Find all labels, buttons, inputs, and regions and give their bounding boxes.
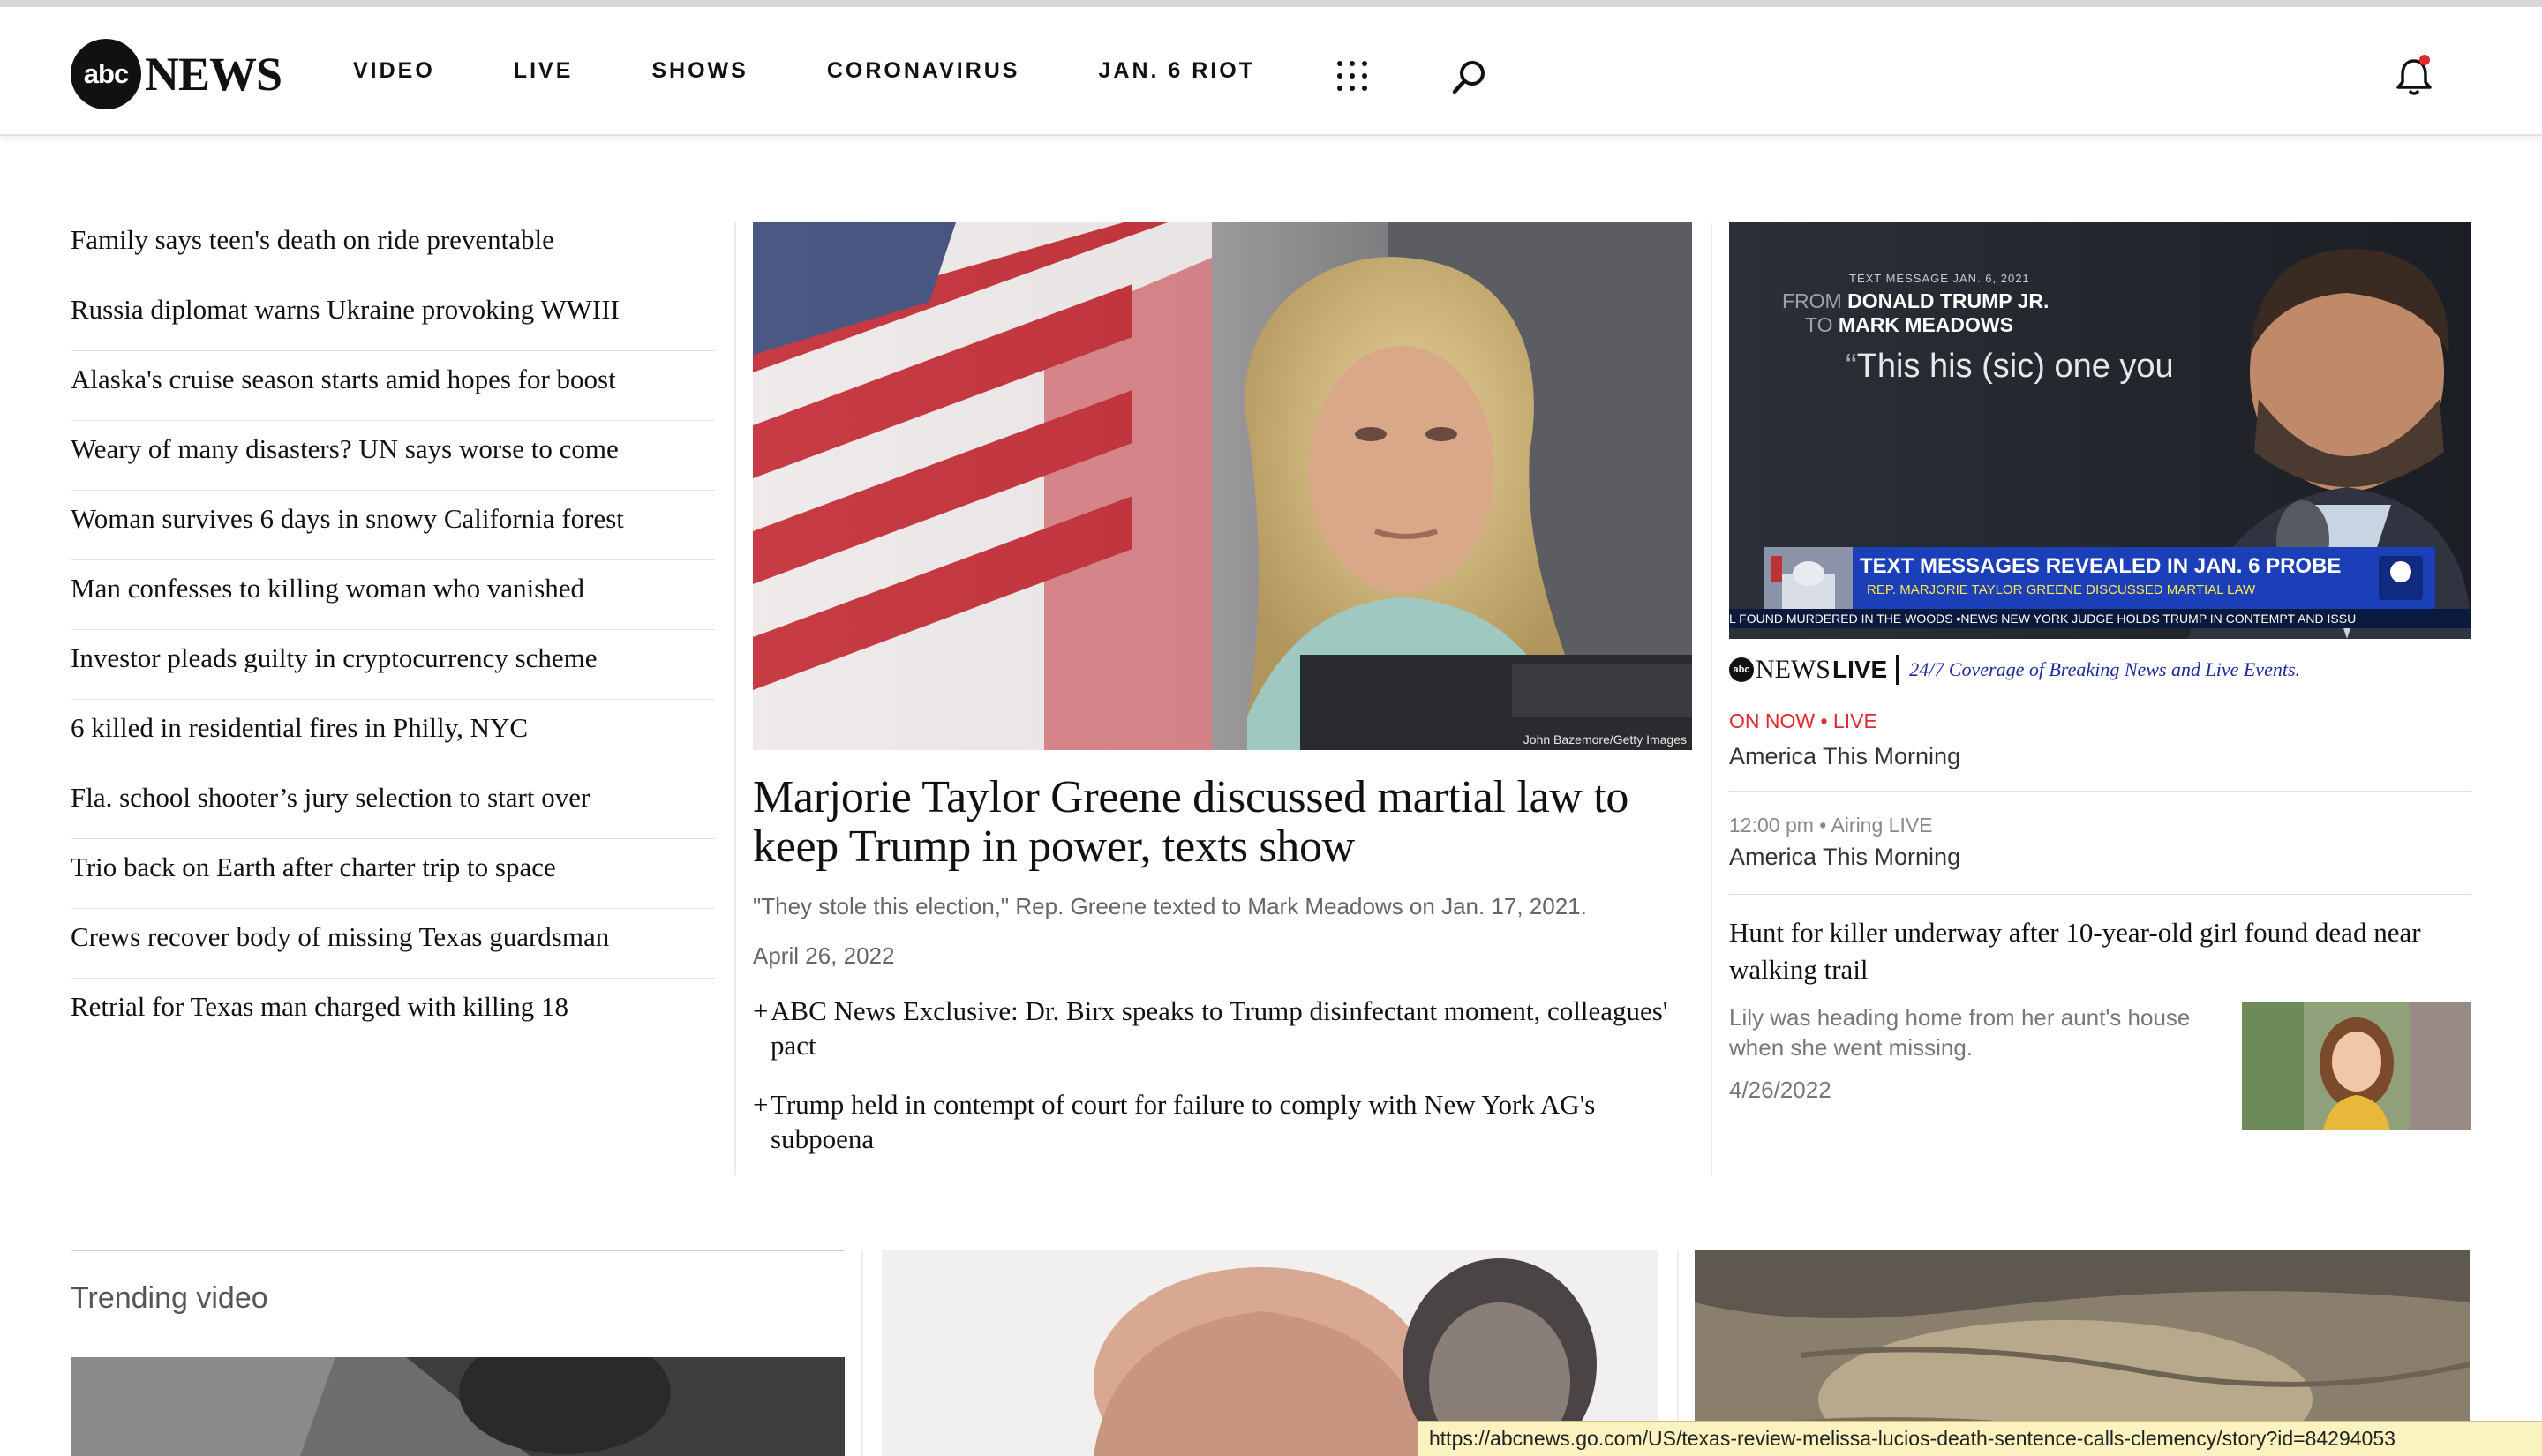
- news-wordmark: NEWS: [145, 48, 282, 101]
- tv-text-message-label: TEXT MESSAGE JAN. 6, 2021: [1849, 272, 2030, 285]
- newslive-tagline: 24/7 Coverage of Breaking News and Live …: [1909, 658, 2301, 680]
- nav-jan-6-riot[interactable]: JAN. 6 RIOT: [1099, 58, 1255, 84]
- trending-video-heading: Trending video: [71, 1281, 268, 1315]
- headline-link[interactable]: Russia diplomat warns Ukraine provoking …: [71, 281, 715, 351]
- site-header: abc NEWS VIDEO LIVE SHOWS CORONAVIRUS JA…: [0, 7, 2542, 136]
- nav-coronavirus[interactable]: CORONAVIRUS: [827, 58, 1020, 84]
- current-show-link[interactable]: America This Morning: [1729, 743, 1960, 770]
- divider: [1729, 894, 2471, 895]
- section-rule: [71, 1250, 845, 1251]
- headline-link[interactable]: Trio back on Earth after charter trip to…: [71, 839, 715, 909]
- tv-banner-subtitle: REP. MARJORIE TAYLOR GREENE DISCUSSED MA…: [1867, 582, 2256, 597]
- headline-link[interactable]: Crews recover body of missing Texas guar…: [71, 909, 715, 979]
- grid-menu-icon[interactable]: [1336, 60, 1368, 92]
- story-headline[interactable]: Hunt for killer underway after 10-year-o…: [1729, 914, 2471, 988]
- top-headlines-list: Family says teen's death on ride prevent…: [71, 212, 715, 1048]
- hero-description: "They stole this election," Rep. Greene …: [753, 893, 1587, 919]
- headline-link[interactable]: Fla. school shooter’s jury selection to …: [71, 769, 715, 839]
- story-date: 4/26/2022: [1729, 1077, 1831, 1103]
- plus-icon: +: [753, 1089, 769, 1120]
- schedule-time: 12:00 pm • Airing LIVE: [1729, 814, 1933, 837]
- nav-live[interactable]: LIVE: [514, 58, 574, 84]
- nav-shows[interactable]: SHOWS: [651, 58, 748, 84]
- girl-portrait-image: [2242, 1002, 2471, 1130]
- headline-link[interactable]: Weary of many disasters? UN says worse t…: [71, 421, 715, 491]
- abc-logo-small: abc: [1729, 657, 1754, 682]
- trending-video-thumbnail[interactable]: [71, 1357, 845, 1456]
- column-divider: [734, 222, 736, 1175]
- on-now-live-label: ON NOW • LIVE: [1729, 709, 1877, 732]
- browser-status-bar-url: https://abcnews.go.com/US/texas-review-m…: [1418, 1421, 2542, 1456]
- search-icon[interactable]: [1451, 58, 1488, 95]
- headline-link[interactable]: Man confesses to killing woman who vanis…: [71, 560, 715, 630]
- abc-news-logo[interactable]: abc NEWS: [71, 39, 282, 109]
- headline-link[interactable]: Woman survives 6 days in snowy Californi…: [71, 491, 715, 560]
- capitol-thumbnail: [1764, 547, 1853, 609]
- column-divider: [1711, 222, 1712, 1175]
- photo-credit: John Bazemore/Getty Images: [1523, 732, 1687, 747]
- headline-link[interactable]: Investor pleads guilty in cryptocurrency…: [71, 630, 715, 700]
- notification-bell-icon[interactable]: [2394, 53, 2434, 97]
- hero-date: April 26, 2022: [753, 942, 895, 969]
- related-story-link[interactable]: + Trump held in contempt of court for fa…: [753, 1087, 1692, 1156]
- headline-link[interactable]: Alaska's cruise season starts amid hopes…: [71, 351, 715, 421]
- trending-video-image: [71, 1357, 845, 1456]
- tv-lower-third: TEXT MESSAGES REVEALED IN JAN. 6 PROBE R…: [1764, 547, 2435, 609]
- column-divider: [861, 1250, 863, 1456]
- tv-quote: “This his (sic) one you: [1846, 348, 2174, 385]
- plus-icon: +: [753, 995, 769, 1026]
- related-story-text: Trump held in contempt of court for fail…: [771, 1089, 1596, 1154]
- divider: [1729, 791, 2471, 792]
- next-show-link[interactable]: America This Morning: [1729, 844, 1960, 871]
- browser-top-edge: [0, 0, 2542, 7]
- hero-photo[interactable]: John Bazemore/Getty Images: [753, 222, 1692, 750]
- newslive-word-news: NEWS: [1756, 655, 1831, 684]
- related-story-link[interactable]: + ABC News Exclusive: Dr. Birx speaks to…: [753, 994, 1692, 1062]
- newslive-video-player[interactable]: TEXT MESSAGE JAN. 6, 2021 FROM DONALD TR…: [1729, 222, 2471, 639]
- hero-headline[interactable]: Marjorie Taylor Greene discussed martial…: [753, 773, 1692, 872]
- headline-link[interactable]: Family says teen's death on ride prevent…: [71, 212, 715, 281]
- hero-photo-illustration: [753, 222, 1692, 750]
- newslive-branding: abc NEWS LIVE 24/7 Coverage of Breaking …: [1729, 655, 2300, 685]
- tv-from-to: FROM DONALD TRUMP JR. TO MARK MEADOWS: [1782, 289, 2049, 336]
- brand-divider: [1896, 655, 1899, 685]
- abc-newslive-bug-icon: [2379, 556, 2423, 600]
- headline-link[interactable]: 6 killed in residential fires in Philly,…: [71, 700, 715, 769]
- newslive-word-live: LIVE: [1832, 656, 1888, 683]
- main-nav: VIDEO LIVE SHOWS CORONAVIRUS JAN. 6 RIOT: [353, 58, 1334, 84]
- story-description: Lily was heading home from her aunt's ho…: [1729, 1004, 2191, 1061]
- tv-banner-title: TEXT MESSAGES REVEALED IN JAN. 6 PROBE: [1860, 554, 2342, 578]
- nav-video[interactable]: VIDEO: [353, 58, 435, 84]
- tv-news-ticker: L FOUND MURDERED IN THE WOODS ▪NEWS NEW …: [1729, 609, 2471, 628]
- related-story-text: ABC News Exclusive: Dr. Birx speaks to T…: [771, 995, 1668, 1061]
- abc-logo-badge: abc: [71, 39, 141, 109]
- story-thumbnail[interactable]: [2242, 1002, 2471, 1130]
- headline-link[interactable]: Retrial for Texas man charged with killi…: [71, 979, 715, 1048]
